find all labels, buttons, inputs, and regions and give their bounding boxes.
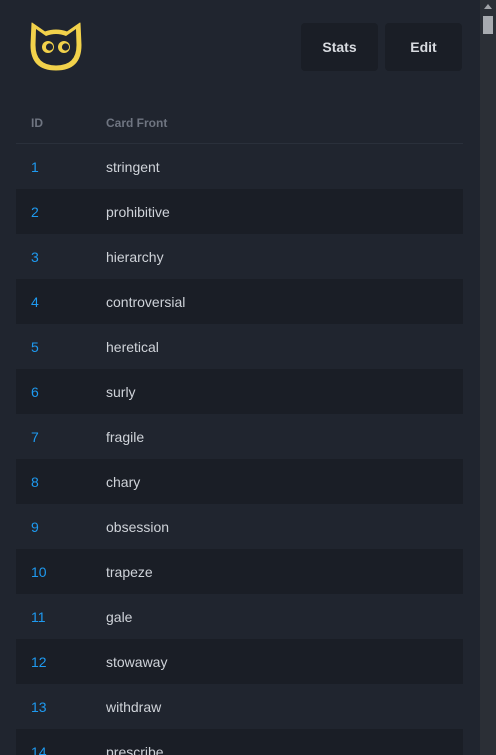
card-id-link[interactable]: 7 <box>31 429 39 445</box>
card-front-text: stowaway <box>106 654 168 670</box>
card-front-text: chary <box>106 474 141 490</box>
card-front-text: obsession <box>106 519 170 535</box>
card-front-text: gale <box>106 609 133 625</box>
card-front-text: hierarchy <box>106 249 164 265</box>
card-front-text: trapeze <box>106 564 153 580</box>
table-row[interactable]: 12 stowaway <box>16 639 463 684</box>
card-id-link[interactable]: 14 <box>31 744 47 755</box>
card-id-link[interactable]: 12 <box>31 654 47 670</box>
card-id-link[interactable]: 10 <box>31 564 47 580</box>
table-row[interactable]: 6 surly <box>16 369 463 414</box>
table-row[interactable]: 5 heretical <box>16 324 463 369</box>
card-id-link[interactable]: 13 <box>31 699 47 715</box>
scroll-up-arrow-icon[interactable] <box>484 4 492 9</box>
table-row[interactable]: 4 controversial <box>16 279 463 324</box>
card-id-link[interactable]: 8 <box>31 474 39 490</box>
table-header: ID Card Front <box>16 100 463 144</box>
card-front-text: prohibitive <box>106 204 170 220</box>
edit-button[interactable]: Edit <box>385 23 462 71</box>
card-id-link[interactable]: 3 <box>31 249 39 265</box>
table-row[interactable]: 8 chary <box>16 459 463 504</box>
card-front-text: fragile <box>106 429 145 445</box>
card-front-text: controversial <box>106 294 186 310</box>
column-header-id: ID <box>31 116 43 130</box>
table-row[interactable]: 13 withdraw <box>16 684 463 729</box>
table-row[interactable]: 9 obsession <box>16 504 463 549</box>
app-container: Stats Edit ID Card Front 1 stringent 2 proh… <box>0 0 480 755</box>
card-front-text: heretical <box>106 339 159 355</box>
table-row[interactable]: 11 gale <box>16 594 463 639</box>
card-id-link[interactable]: 9 <box>31 519 39 535</box>
table-row[interactable]: 7 fragile <box>16 414 463 459</box>
card-front-text: stringent <box>106 159 160 175</box>
table-row[interactable]: 14 prescribe <box>16 729 463 755</box>
table-row[interactable]: 2 prohibitive <box>16 189 463 234</box>
table-row[interactable]: 3 hierarchy <box>16 234 463 279</box>
vertical-scrollbar[interactable] <box>480 0 496 755</box>
column-header-card-front: Card Front <box>106 116 168 130</box>
table-row[interactable]: 1 stringent <box>16 144 463 189</box>
card-id-link[interactable]: 6 <box>31 384 39 400</box>
card-id-link[interactable]: 1 <box>31 159 39 175</box>
cat-face-icon[interactable] <box>28 19 84 75</box>
table-row[interactable]: 10 trapeze <box>16 549 463 594</box>
stats-button[interactable]: Stats <box>301 23 378 71</box>
scrollbar-thumb[interactable] <box>483 16 493 34</box>
card-front-text: prescribe <box>106 744 164 755</box>
card-id-link[interactable]: 5 <box>31 339 39 355</box>
card-front-text: withdraw <box>106 699 162 715</box>
table-body: 1 stringent 2 prohibitive 3 hierarchy 4 controv… <box>16 144 463 755</box>
card-id-link[interactable]: 4 <box>31 294 39 310</box>
card-id-link[interactable]: 2 <box>31 204 39 220</box>
cards-table: ID Card Front 1 stringent 2 prohibitive 3 hie… <box>16 100 463 755</box>
card-front-text: surly <box>106 384 136 400</box>
card-id-link[interactable]: 11 <box>31 609 46 625</box>
